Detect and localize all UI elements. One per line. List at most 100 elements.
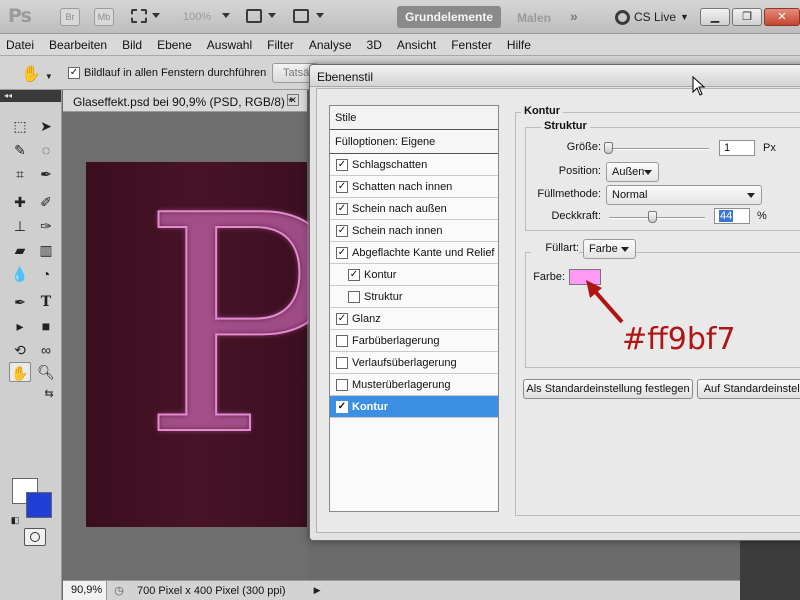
cs-live-button[interactable]: CS Live ▼ [615, 8, 689, 26]
eyedropper-tool-icon[interactable]: ✒ [35, 164, 57, 184]
make-default-button[interactable]: Als Standardeinstellung festlegen [523, 379, 693, 399]
healing-brush-tool-icon[interactable]: ✚ [9, 192, 31, 212]
more-workspaces-button[interactable]: » [570, 8, 578, 24]
checkbox[interactable]: ✓ [336, 400, 348, 413]
zoom-tool-icon[interactable]: 🔍︎ [35, 362, 57, 382]
menu-auswahl[interactable]: Auswahl [207, 38, 252, 52]
workspace-essentials-button[interactable]: Grundelemente [397, 6, 501, 28]
checkbox[interactable]: ✓ [336, 158, 348, 171]
screen-mode-icon[interactable] [293, 9, 309, 23]
size-input[interactable]: 1 [719, 140, 755, 156]
style-item-pattern-overlay[interactable]: Musterüberlagerung [330, 374, 498, 396]
hand-tool-icon[interactable]: ✋ [9, 362, 31, 382]
style-item-contour[interactable]: ✓ Kontur [330, 264, 498, 286]
quick-mask-icon[interactable] [24, 528, 46, 546]
menu-datei[interactable]: Datei [6, 38, 34, 52]
style-item-bevel-emboss[interactable]: ✓ Abgeflachte Kante und Relief [330, 242, 498, 264]
minimize-button[interactable]: ▁ [700, 8, 730, 26]
default-colors-icon[interactable]: ◧ [4, 510, 26, 530]
checkbox[interactable]: ✓ [336, 312, 348, 325]
pen-tool-icon[interactable]: ✒ [9, 292, 31, 312]
status-zoom[interactable]: 90,9% [63, 581, 107, 600]
background-color-swatch[interactable] [26, 492, 52, 518]
crop-tool-icon[interactable]: ⌗ [9, 164, 31, 184]
scroll-all-windows-checkbox[interactable]: ✓ Bildlauf in allen Fenstern durchführen [68, 67, 266, 79]
opacity-slider-track[interactable] [609, 217, 705, 219]
menu-fenster[interactable]: Fenster [451, 38, 492, 52]
path-selection-tool-icon[interactable]: ▸ [9, 316, 31, 336]
opacity-slider-handle[interactable] [648, 211, 657, 223]
marquee-tool-icon[interactable]: ⬚ [9, 116, 31, 136]
move-tool-icon[interactable]: ➤ [35, 116, 57, 136]
opacity-input[interactable]: 44 [714, 208, 750, 224]
close-button[interactable]: ✕ [764, 8, 800, 26]
dodge-tool-icon[interactable]: ◔ [35, 264, 57, 284]
status-icon[interactable]: ◷ [107, 584, 131, 597]
checkbox[interactable]: ✓ [336, 224, 348, 237]
chevron-down-icon[interactable] [152, 13, 160, 18]
reset-to-default-button[interactable]: Auf Standardeinstellu [697, 379, 800, 399]
style-item-texture[interactable]: Struktur [330, 286, 498, 308]
menu-3d[interactable]: 3D [367, 38, 382, 52]
fill-type-select[interactable]: Farbe [583, 239, 636, 259]
style-item-drop-shadow[interactable]: ✓ Schlagschatten [330, 154, 498, 176]
arrange-documents-icon[interactable] [246, 9, 262, 23]
menu-filter[interactable]: Filter [267, 38, 294, 52]
position-select[interactable]: Außen [606, 162, 659, 182]
menu-ansicht[interactable]: Ansicht [397, 38, 436, 52]
menu-analyse[interactable]: Analyse [309, 38, 352, 52]
lasso-tool-icon[interactable]: ✎ [9, 140, 31, 160]
brush-tool-icon[interactable]: ✐ [35, 192, 57, 212]
chevron-down-icon[interactable] [268, 13, 276, 18]
checkbox[interactable]: ✓ [68, 67, 80, 79]
styles-header[interactable]: Stile [330, 106, 498, 130]
type-tool-icon[interactable]: T [35, 292, 57, 312]
chevron-down-icon[interactable] [222, 13, 230, 18]
canvas-area[interactable]: P [63, 112, 345, 580]
checkbox[interactable] [336, 378, 348, 391]
rectangle-tool-icon[interactable]: ■ [35, 316, 57, 336]
zoom-level[interactable]: 100% [183, 11, 211, 23]
gradient-tool-icon[interactable]: ▥ [35, 240, 57, 260]
checkbox[interactable] [336, 334, 348, 347]
style-item-stroke[interactable]: ✓ Kontur [330, 396, 498, 418]
checkbox[interactable]: ✓ [336, 180, 348, 193]
mini-bridge-button[interactable]: Mb [94, 8, 114, 26]
menu-bild[interactable]: Bild [122, 38, 142, 52]
film-strip-icon[interactable] [131, 9, 147, 23]
style-item-outer-glow[interactable]: ✓ Schein nach außen [330, 198, 498, 220]
checkbox[interactable]: ✓ [336, 246, 348, 259]
style-item-color-overlay[interactable]: Farbüberlagerung [330, 330, 498, 352]
history-brush-tool-icon[interactable]: ✑ [35, 216, 57, 236]
chevron-down-icon[interactable] [316, 13, 324, 18]
blend-mode-select[interactable]: Normal [606, 185, 762, 205]
status-menu-arrow-icon[interactable]: ▶ [314, 585, 321, 596]
blending-options-item[interactable]: Fülloptionen: Eigene [330, 130, 498, 154]
quick-selection-tool-icon[interactable]: ◌ [35, 140, 57, 160]
3d-orbit-tool-icon[interactable]: ∞ [35, 340, 57, 360]
checkbox[interactable]: ✓ [348, 268, 360, 281]
style-item-gradient-overlay[interactable]: Verlaufsüberlagerung [330, 352, 498, 374]
clone-stamp-tool-icon[interactable]: ⊥ [9, 216, 31, 236]
swap-colors-icon[interactable]: ⇆ [38, 384, 60, 404]
style-item-inner-shadow[interactable]: ✓ Schatten nach innen [330, 176, 498, 198]
checkbox[interactable] [336, 356, 348, 369]
eraser-tool-icon[interactable]: ▰ [9, 240, 31, 260]
document-canvas[interactable]: P [86, 162, 345, 527]
style-item-inner-glow[interactable]: ✓ Schein nach innen [330, 220, 498, 242]
menu-bearbeiten[interactable]: Bearbeiten [49, 38, 107, 52]
collapse-panel-icon[interactable]: ◂◂ [0, 90, 61, 102]
document-tab[interactable]: Glaseffekt.psd bei 90,9% (PSD, RGB/8) * … [63, 90, 307, 112]
bridge-button[interactable]: Br [60, 8, 80, 26]
dialog-title[interactable]: Ebenenstil [310, 65, 800, 87]
blur-tool-icon[interactable]: 💧 [9, 264, 31, 284]
checkbox[interactable] [348, 290, 360, 303]
menu-ebene[interactable]: Ebene [157, 38, 192, 52]
style-item-satin[interactable]: ✓ Glanz [330, 308, 498, 330]
size-slider-track[interactable] [605, 148, 709, 150]
checkbox[interactable]: ✓ [336, 202, 348, 215]
menu-hilfe[interactable]: Hilfe [507, 38, 531, 52]
workspace-painting-button[interactable]: Malen [517, 11, 551, 25]
close-document-icon[interactable]: ✕ [287, 94, 299, 106]
size-slider-handle[interactable] [604, 142, 613, 154]
